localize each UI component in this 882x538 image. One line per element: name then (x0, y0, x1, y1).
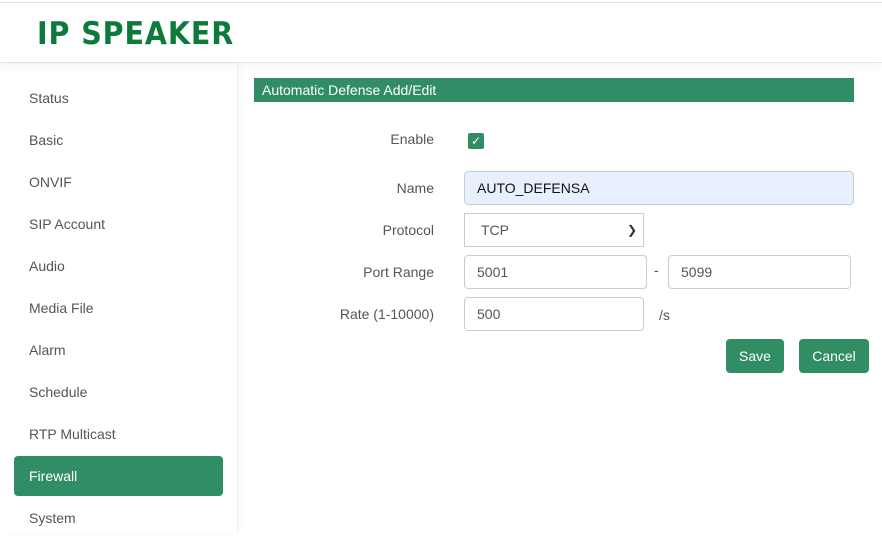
sidebar-item-schedule[interactable]: Schedule (14, 372, 223, 412)
sidebar-item-alarm[interactable]: Alarm (14, 330, 223, 370)
cancel-button[interactable]: Cancel (799, 339, 869, 373)
rate-input[interactable]: 500 (464, 297, 644, 331)
rate-label: Rate (1-10000) (339, 306, 434, 322)
enable-checkbox[interactable]: ✓ (468, 133, 484, 149)
name-input[interactable]: AUTO_DEFENSA (464, 171, 854, 205)
enable-label: Enable (390, 131, 434, 147)
port-from-input[interactable]: 5001 (464, 255, 647, 289)
section-title: Automatic Defense Add/Edit (254, 78, 854, 102)
sidebar-item-media-file[interactable]: Media File (14, 288, 223, 328)
sidebar-item-rtp-multicast[interactable]: RTP Multicast (14, 414, 223, 454)
port-range-label: Port Range (363, 264, 434, 280)
sidebar-item-system[interactable]: System (14, 498, 223, 538)
name-label: Name (396, 180, 434, 196)
protocol-value: TCP (481, 222, 509, 238)
sidebar-item-firewall[interactable]: Firewall (14, 456, 223, 496)
port-to-input[interactable]: 5099 (668, 255, 851, 289)
protocol-label: Protocol (382, 222, 434, 238)
sidebar-item-audio[interactable]: Audio (14, 246, 223, 286)
sidebar-item-sip-account[interactable]: SIP Account (14, 204, 223, 244)
sidebar: Status Basic ONVIF SIP Account Audio Media Fi… (0, 64, 238, 533)
sidebar-item-status[interactable]: Status (14, 78, 223, 118)
save-button[interactable]: Save (726, 339, 784, 373)
protocol-select[interactable]: TCP ❯ (464, 213, 644, 247)
port-separator: - (654, 262, 659, 278)
chevron-down-icon: ❯ (626, 223, 637, 237)
rate-unit: /s (659, 307, 670, 323)
sidebar-item-basic[interactable]: Basic (14, 120, 223, 160)
logo: IP SPEAKER (37, 16, 235, 52)
sidebar-item-onvif[interactable]: ONVIF (14, 162, 223, 202)
header: IP SPEAKER (0, 3, 882, 63)
